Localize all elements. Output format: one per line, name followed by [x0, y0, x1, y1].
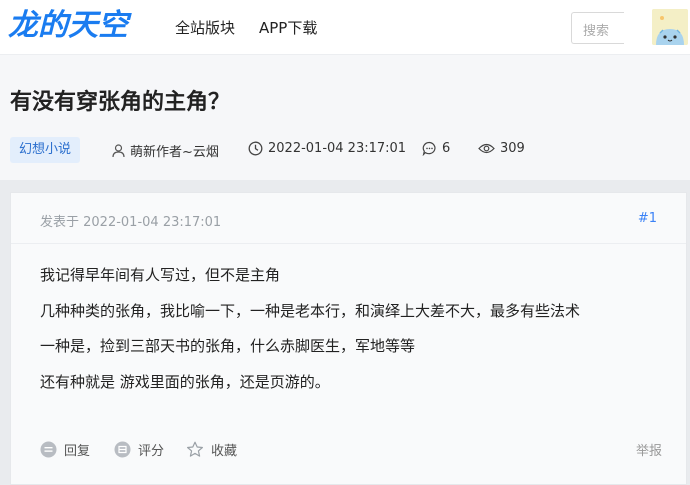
page-title: 有没有穿张角的主角？: [10, 90, 231, 115]
comment-icon: [422, 141, 436, 156]
top-navbar: 龙的天空 全站版块 APP下载 搜索: [0, 0, 690, 54]
favorite-label: 收藏: [211, 444, 238, 459]
report-button[interactable]: 举报: [636, 440, 662, 459]
post-actions: 回复 评分 收藏 举报: [40, 440, 662, 460]
content-line: 还有种就是 游戏里面的张角，还是页游的。: [40, 372, 330, 391]
thread-meta: 幻想小说 萌新作者~云烟 2022-01-04 23:17:01 6 309: [10, 137, 680, 163]
content-line: 我记得早年间有人写过，但不是主角: [40, 266, 281, 284]
view-count-meta: 309: [478, 141, 525, 156]
author-name: 萌新作者~云烟: [130, 145, 219, 160]
post-card-header: 发表于 2022-01-04 23:17:01 #1: [11, 193, 686, 244]
search-input[interactable]: 搜索: [571, 12, 624, 44]
user-avatar[interactable]: [652, 9, 688, 45]
author-meta[interactable]: 萌新作者~云烟: [112, 141, 219, 160]
reply-icon: [40, 441, 57, 458]
avatar-icon: [652, 9, 688, 45]
content-line: 一种是，捡到三部天书的张角，什么赤脚医生，军地等等: [40, 337, 416, 355]
site-logo[interactable]: 龙的天空: [8, 6, 128, 46]
posted-at: 发表于 2022-01-04 23:17:01: [40, 215, 222, 230]
eye-icon: [478, 143, 495, 154]
content-line: 几种种类的张角，我比喻一下，一种是老本行，和演绎上大差不大，最多有些法术: [40, 301, 581, 320]
clock-icon: [248, 141, 263, 156]
star-icon: [187, 441, 203, 457]
nav-all-boards[interactable]: 全站版块: [175, 17, 235, 38]
view-count: 309: [500, 141, 525, 156]
reply-count: 6: [442, 141, 451, 156]
post-content: 我记得早年间有人写过，但不是主角 几种种类的张角，我比喻一下，一种是老本行，和演…: [40, 264, 670, 406]
user-icon: [112, 143, 125, 157]
thread-header: 有没有穿张角的主角？ 幻想小说 萌新作者~云烟 2022-01-04 23:17…: [0, 54, 690, 180]
date-meta: 2022-01-04 23:17:01: [248, 141, 406, 156]
category-tag[interactable]: 幻想小说: [10, 137, 81, 163]
floor-number-link[interactable]: #1: [638, 211, 657, 226]
nav-app-download[interactable]: APP下载: [259, 17, 317, 38]
favorite-button[interactable]: 收藏: [186, 440, 237, 459]
rate-label: 评分: [138, 444, 165, 459]
rate-icon: [114, 441, 131, 458]
reply-count-meta: 6: [422, 141, 450, 156]
reply-button[interactable]: 回复: [40, 440, 90, 459]
post-card: 发表于 2022-01-04 23:17:01 #1 我记得早年间有人写过，但不…: [10, 192, 687, 485]
rate-button[interactable]: 评分: [114, 440, 164, 459]
reply-label: 回复: [64, 444, 91, 459]
post-datetime: 2022-01-04 23:17:01: [268, 141, 407, 156]
